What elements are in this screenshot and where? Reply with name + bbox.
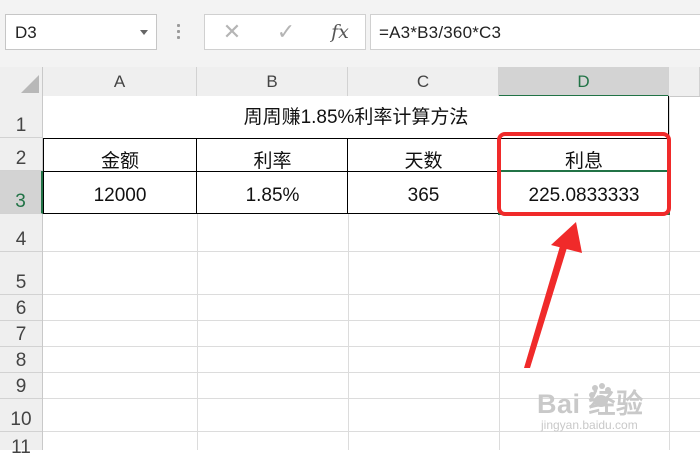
paw-icon xyxy=(589,383,611,407)
watermark-url: jingyan.baidu.com xyxy=(541,418,638,432)
watermark: Bai 经验 jingyan.baidu.com xyxy=(537,382,697,442)
